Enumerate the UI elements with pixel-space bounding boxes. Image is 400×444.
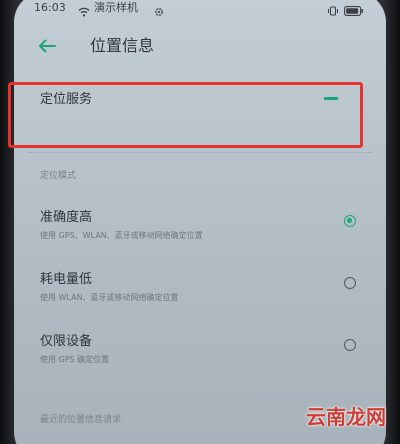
app-bar: 位置信息 bbox=[14, 30, 386, 64]
battery-icon bbox=[344, 1, 364, 20]
location-mode-option-battery-saving[interactable]: 耗电量低 使用 WLAN、蓝牙或移动网络确定位置 bbox=[14, 271, 386, 327]
back-arrow-icon[interactable] bbox=[38, 38, 56, 57]
status-bar: 16:03 演示样机 bbox=[14, 0, 386, 18]
radio-unselected[interactable] bbox=[344, 339, 356, 351]
mode-option-description: 使用 GPS、WLAN、蓝牙或移动网络确定位置 bbox=[40, 231, 203, 240]
status-icons bbox=[327, 1, 364, 20]
gear-icon bbox=[154, 2, 164, 21]
highlight-annotation-box bbox=[8, 82, 363, 148]
radio-unselected[interactable] bbox=[344, 277, 356, 289]
recent-requests-section-label: 最近的位置信息请求 bbox=[40, 415, 122, 425]
status-time: 16:03 bbox=[34, 1, 66, 14]
watermark-logo: 云南龙网 bbox=[306, 405, 386, 429]
mode-option-title: 仅限设备 bbox=[40, 334, 93, 349]
divider bbox=[28, 390, 372, 391]
location-mode-section-label: 定位模式 bbox=[40, 171, 77, 181]
location-mode-option-device-only[interactable]: 仅限设备 使用 GPS 确定位置 bbox=[14, 333, 386, 389]
phone-bezel: 16:03 演示样机 位置信息 定位服务 定位模式 准确度高 使用 GPS、WL… bbox=[0, 0, 400, 444]
mode-option-title: 准确度高 bbox=[40, 210, 93, 225]
status-device-label: 演示样机 bbox=[94, 1, 138, 14]
page-title: 位置信息 bbox=[90, 36, 155, 55]
wifi-icon bbox=[78, 2, 90, 21]
phone-screen: 16:03 演示样机 位置信息 定位服务 定位模式 准确度高 使用 GPS、WL… bbox=[14, 0, 386, 444]
mode-option-description: 使用 GPS 确定位置 bbox=[40, 355, 110, 364]
location-mode-option-high-accuracy[interactable]: 准确度高 使用 GPS、WLAN、蓝牙或移动网络确定位置 bbox=[14, 209, 386, 265]
vibrate-icon bbox=[327, 1, 339, 20]
divider bbox=[28, 152, 372, 153]
mode-option-title: 耗电量低 bbox=[40, 272, 93, 287]
radio-selected[interactable] bbox=[344, 215, 356, 227]
mode-option-description: 使用 WLAN、蓝牙或移动网络确定位置 bbox=[40, 293, 179, 302]
